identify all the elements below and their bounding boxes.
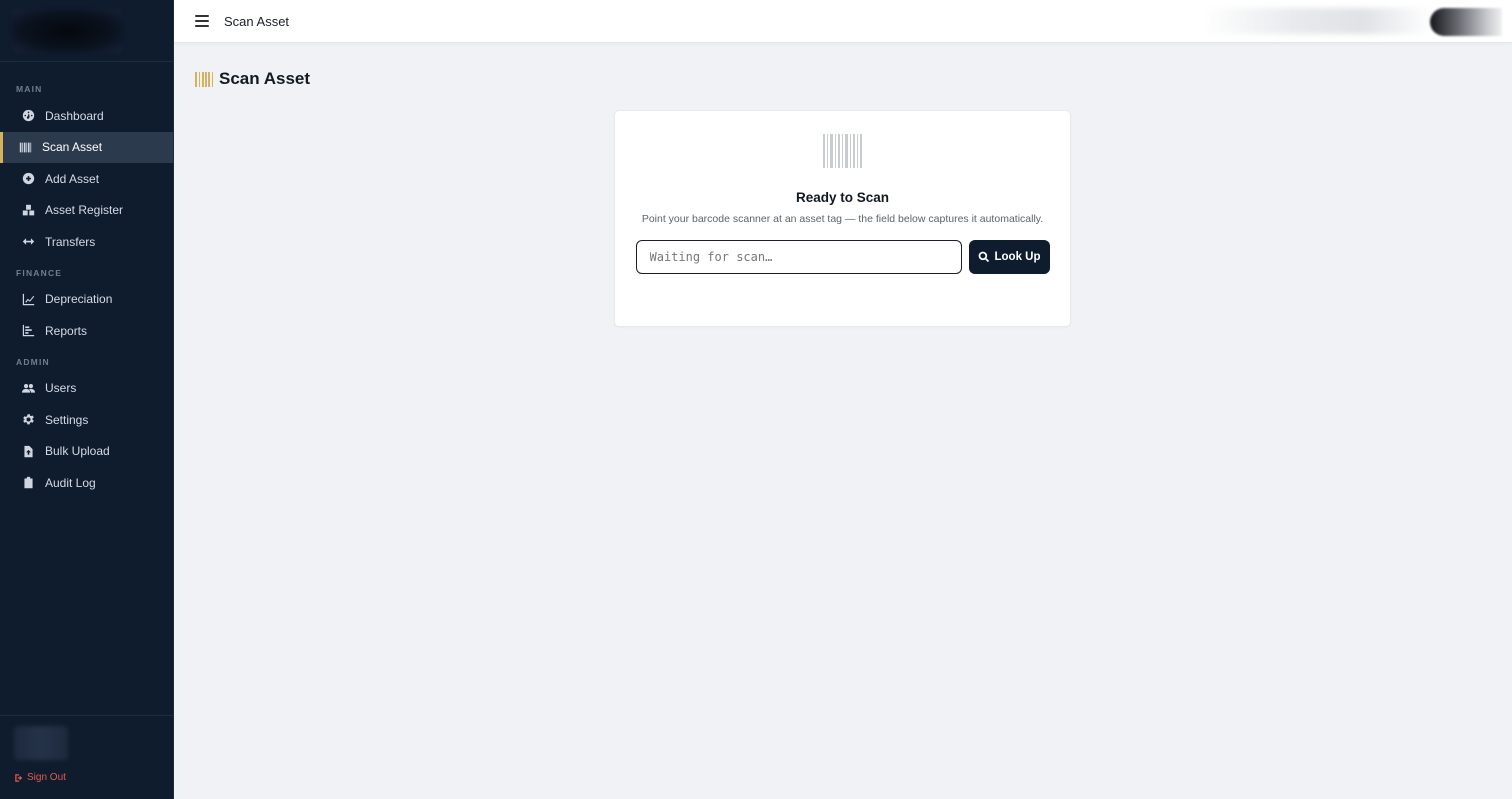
- sidebar-item-label: Transfers: [45, 234, 96, 249]
- clipboard-icon: [21, 476, 35, 490]
- sidebar-item-label: Dashboard: [45, 108, 104, 123]
- barcode-icon: [195, 71, 213, 87]
- page-content: Scan Asset Ready to Scan Point your barc…: [174, 43, 1512, 799]
- sidebar-item-asset-register[interactable]: Asset Register: [0, 195, 173, 227]
- sidebar-section-label: FINANCE: [16, 267, 63, 278]
- sidebar-item-transfers[interactable]: Transfers: [0, 226, 173, 258]
- bar-chart-icon: [21, 324, 35, 338]
- sidebar-item-scan-asset[interactable]: Scan Asset: [0, 131, 173, 163]
- sidebar-item-bulk-upload[interactable]: Bulk Upload: [0, 436, 173, 468]
- topbar-user-info: [1202, 8, 1432, 34]
- search-icon: [978, 251, 989, 263]
- users-icon: [21, 381, 35, 395]
- brand-logo[interactable]: [12, 8, 123, 53]
- hamburger-menu-icon[interactable]: [195, 15, 209, 27]
- sidebar-item-dashboard[interactable]: Dashboard: [0, 100, 173, 132]
- ready-title: Ready to Scan: [795, 190, 890, 205]
- scan-card: Ready to Scan Point your barcode scanner…: [614, 110, 1071, 327]
- sidebar-item-reports[interactable]: Reports: [0, 315, 173, 347]
- barcode-icon: [822, 134, 863, 168]
- sidebar-item-label: Audit Log: [45, 475, 96, 490]
- sidebar-section-label: ADMIN: [16, 356, 50, 367]
- sidebar-item-label: Settings: [45, 412, 89, 427]
- arrows-horizontal-icon: [21, 235, 35, 249]
- user-avatar[interactable]: [14, 726, 68, 760]
- sidebar-item-audit-log[interactable]: Audit Log: [0, 467, 173, 499]
- barcode-icon: [18, 140, 32, 154]
- sidebar-item-label: Users: [45, 381, 77, 396]
- sidebar-footer: Sign Out: [0, 715, 173, 799]
- sidebar-item-label: Bulk Upload: [45, 444, 110, 459]
- sidebar-item-label: Scan Asset: [42, 140, 103, 155]
- line-chart-icon: [21, 292, 35, 306]
- sidebar-item-label: Depreciation: [45, 292, 113, 307]
- file-upload-icon: [21, 444, 35, 458]
- sidebar-item-label: Add Asset: [45, 171, 100, 186]
- sidebar-item-depreciation[interactable]: Depreciation: [0, 284, 173, 316]
- topbar: Scan Asset: [174, 0, 1512, 43]
- sidebar-item-add-asset[interactable]: Add Asset: [0, 163, 173, 195]
- brand: [0, 0, 173, 62]
- sidebar-section-label: MAIN: [16, 84, 43, 94]
- sidebar-item-settings[interactable]: Settings: [0, 404, 173, 436]
- sidebar-item-label: Asset Register: [45, 203, 124, 218]
- scan-input[interactable]: [635, 240, 962, 274]
- scan-row: Look Up: [635, 240, 1050, 274]
- dashboard-icon: [21, 109, 35, 123]
- boxes-icon: [21, 203, 35, 217]
- sidebar-nav: MAIN Dashboard Scan Asset Add Asset Asset Re…: [0, 62, 173, 715]
- topbar-avatar[interactable]: [1430, 8, 1502, 36]
- look-up-button[interactable]: Look Up: [968, 240, 1050, 274]
- page-title: Scan Asset: [195, 69, 1512, 89]
- sign-out-label: Sign Out: [27, 772, 66, 783]
- sign-out-button[interactable]: Sign Out: [14, 772, 159, 783]
- topbar-title: Scan Asset: [224, 13, 290, 29]
- ready-subtitle: Point your barcode scanner at an asset t…: [641, 213, 1044, 225]
- gear-icon: [21, 413, 35, 427]
- sign-out-icon: [15, 773, 23, 782]
- main-area: Scan Asset Scan Asset Ready to Scan Poin…: [174, 0, 1512, 799]
- sidebar-item-label: Reports: [45, 323, 88, 338]
- plus-circle-icon: [21, 172, 35, 186]
- page-title-text: Scan Asset: [219, 69, 311, 88]
- look-up-label: Look Up: [994, 251, 1041, 263]
- sidebar: MAIN Dashboard Scan Asset Add Asset Asset Re…: [0, 0, 174, 799]
- sidebar-item-users[interactable]: Users: [0, 373, 173, 405]
- app-shell: MAIN Dashboard Scan Asset Add Asset Asset Re…: [0, 0, 1512, 799]
